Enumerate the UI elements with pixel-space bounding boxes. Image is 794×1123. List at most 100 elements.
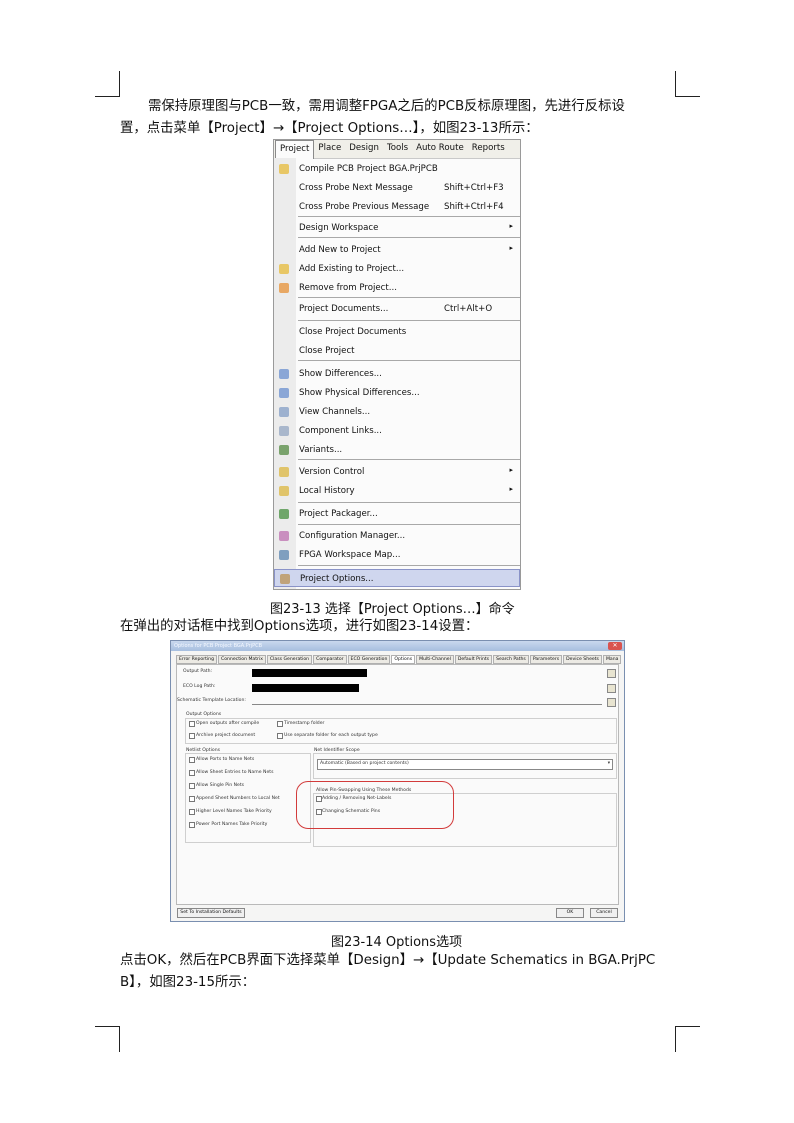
menubar-design[interactable]: Design xyxy=(345,140,383,158)
netlist-option-checkbox[interactable] xyxy=(189,796,195,802)
menubar-place[interactable]: Place xyxy=(314,140,345,158)
add-existing-icon xyxy=(279,264,289,274)
submenu-arrow-icon: ▸ xyxy=(509,466,513,474)
netlist-option-label: Allow Ports to Name Nets xyxy=(196,757,255,762)
menu-item[interactable]: Design Workspace ▸ xyxy=(274,219,520,237)
archive-project-label: Archive project document xyxy=(196,733,256,738)
dialog-tab[interactable]: Default Prints xyxy=(454,655,493,664)
menu-item[interactable]: Project Packager... xyxy=(274,505,520,523)
dialog-tab[interactable]: Class Generation xyxy=(266,655,313,664)
submenu-arrow-icon: ▸ xyxy=(509,222,513,230)
menu-bar: Project Place Design Tools Auto Route Re… xyxy=(274,140,520,159)
menu-item[interactable]: Close Project xyxy=(274,342,520,360)
menu-item[interactable]: Version Control ▸ xyxy=(274,463,520,481)
menu-item[interactable]: Add Existing to Project... xyxy=(274,260,520,278)
menubar-project[interactable]: Project xyxy=(275,140,315,159)
dialog-tab[interactable]: Search Paths xyxy=(493,655,529,664)
netlist-option-label: Allow Single Pin Nets xyxy=(196,783,245,788)
crop-mark-top-left xyxy=(119,71,120,97)
menu-separator xyxy=(298,297,520,298)
menu-separator xyxy=(298,320,520,321)
dialog-tabs: Error Reporting Connection Matrix Class Ge… xyxy=(176,655,622,664)
dialog-tab[interactable]: Multi-Channel xyxy=(416,655,454,664)
separate-folder-checkbox[interactable] xyxy=(277,733,283,739)
menu-item-label: FPGA Workspace Map... xyxy=(299,550,401,560)
figure-caption: 图23-14 Options选项 xyxy=(331,935,463,950)
menu-item[interactable]: Compile PCB Project BGA.PrjPCB xyxy=(274,160,520,178)
menu-item[interactable]: FPGA Workspace Map... xyxy=(274,546,520,564)
menu-item[interactable]: Add New to Project ▸ xyxy=(274,241,520,259)
set-defaults-button[interactable]: Set To Installation Defaults xyxy=(177,908,245,918)
component-links-icon xyxy=(279,426,289,436)
menu-item[interactable]: Cross Probe Next Message Shift+Ctrl+F3 xyxy=(274,179,520,197)
menu-separator xyxy=(298,360,520,361)
menu-item-label: Remove from Project... xyxy=(299,283,397,293)
menu-item[interactable]: Cross Probe Previous Message Shift+Ctrl+F… xyxy=(274,198,520,216)
netlist-option-label: Higher Level Names Take Priority xyxy=(196,809,272,814)
output-options-title: Output Options xyxy=(186,712,222,717)
archive-project-checkbox[interactable] xyxy=(189,733,195,739)
menu-item[interactable]: Configuration Manager... xyxy=(274,527,520,545)
ecolog-path-label: ECO Log Path: xyxy=(183,684,216,689)
menu-item-label: View Channels... xyxy=(299,407,371,417)
menu-item[interactable]: Component Links... xyxy=(274,422,520,440)
menu-separator xyxy=(298,459,520,460)
dialog-tab[interactable]: Connection Matrix xyxy=(218,655,266,664)
menu-item[interactable]: Project Documents... Ctrl+Alt+O xyxy=(274,300,520,318)
menubar-reports[interactable]: Reports xyxy=(468,140,509,158)
body-text-line: 点击OK，然后在PCB界面下选择菜单【Design】→【Update Schem… xyxy=(120,953,656,968)
menu-item[interactable]: Project Options... xyxy=(274,569,520,587)
folder-icon[interactable] xyxy=(607,698,616,707)
menu-item[interactable]: Local History ▸ xyxy=(274,482,520,500)
body-text-line: 在弹出的对话框中找到Options选项，进行如图23-14设置： xyxy=(120,619,479,634)
dialog-titlebar: Options for PCB Project BGA.PrjPCB ✕ xyxy=(171,641,624,651)
output-path-field[interactable] xyxy=(252,669,367,677)
menu-item[interactable]: Variants... xyxy=(274,441,520,459)
menubar-tools[interactable]: Tools xyxy=(383,140,412,158)
timestamp-folder-checkbox[interactable] xyxy=(277,721,283,727)
separate-folder-label: Use separate folder for each output type xyxy=(284,733,378,738)
menu-item[interactable]: Show Differences... xyxy=(274,365,520,383)
netlist-option-checkbox[interactable] xyxy=(189,757,195,763)
body-text-line: 需保持原理图与PCB一致，需用调整FPGA之后的PCB反标原理图，先进行反标设 xyxy=(148,99,625,114)
menu-item-label: Variants... xyxy=(299,445,343,455)
crop-mark-top-right xyxy=(675,96,700,97)
output-path-label: Output Path: xyxy=(183,669,213,674)
remove-icon xyxy=(279,283,289,293)
lock-icon xyxy=(279,467,289,477)
netlist-option-checkbox[interactable] xyxy=(189,770,195,776)
menu-item-label: Component Links... xyxy=(299,426,382,436)
menu-item[interactable]: View Channels... xyxy=(274,403,520,421)
cancel-button[interactable]: Cancel xyxy=(590,908,618,918)
netlist-option-checkbox[interactable] xyxy=(189,809,195,815)
dialog-tab[interactable]: Error Reporting xyxy=(176,655,217,664)
menu-item-label: Local History xyxy=(299,486,355,496)
menu-item[interactable]: Close Project Documents xyxy=(274,323,520,341)
menu-separator xyxy=(298,524,520,525)
template-location-field[interactable] xyxy=(252,698,602,705)
dialog-tab[interactable]: Device Sheets xyxy=(563,655,602,664)
close-icon[interactable]: ✕ xyxy=(608,642,622,650)
dialog-tab[interactable]: Mana xyxy=(602,655,622,664)
menu-item[interactable]: Remove from Project... xyxy=(274,279,520,297)
menubar-auto-route[interactable]: Auto Route xyxy=(412,140,468,158)
config-icon xyxy=(279,531,289,541)
menu-separator xyxy=(298,565,520,566)
dialog-tab[interactable]: Parameters xyxy=(529,655,563,664)
folder-icon[interactable] xyxy=(607,684,616,693)
ok-button[interactable]: OK xyxy=(556,908,584,918)
project-menu-screenshot: Project Place Design Tools Auto Route Re… xyxy=(273,139,521,590)
menu-item[interactable]: Show Physical Differences... xyxy=(274,384,520,402)
ecolog-path-field[interactable] xyxy=(252,684,359,692)
dialog-tab[interactable]: ECO Generation xyxy=(347,655,391,664)
dialog-tab[interactable]: Options xyxy=(391,655,416,664)
folder-icon[interactable] xyxy=(607,669,616,678)
netlist-option-checkbox[interactable] xyxy=(189,822,195,828)
dialog-tab[interactable]: Comparator xyxy=(313,655,347,664)
netlist-option-checkbox[interactable] xyxy=(189,783,195,789)
physical-differences-icon xyxy=(279,388,289,398)
net-scope-dropdown[interactable]: Automatic (Based on project contents) ▾ xyxy=(317,759,613,770)
open-outputs-checkbox[interactable] xyxy=(189,721,195,727)
menu-item-label: Design Workspace xyxy=(299,223,379,233)
menu-item-label: Cross Probe Previous Message xyxy=(299,202,430,212)
